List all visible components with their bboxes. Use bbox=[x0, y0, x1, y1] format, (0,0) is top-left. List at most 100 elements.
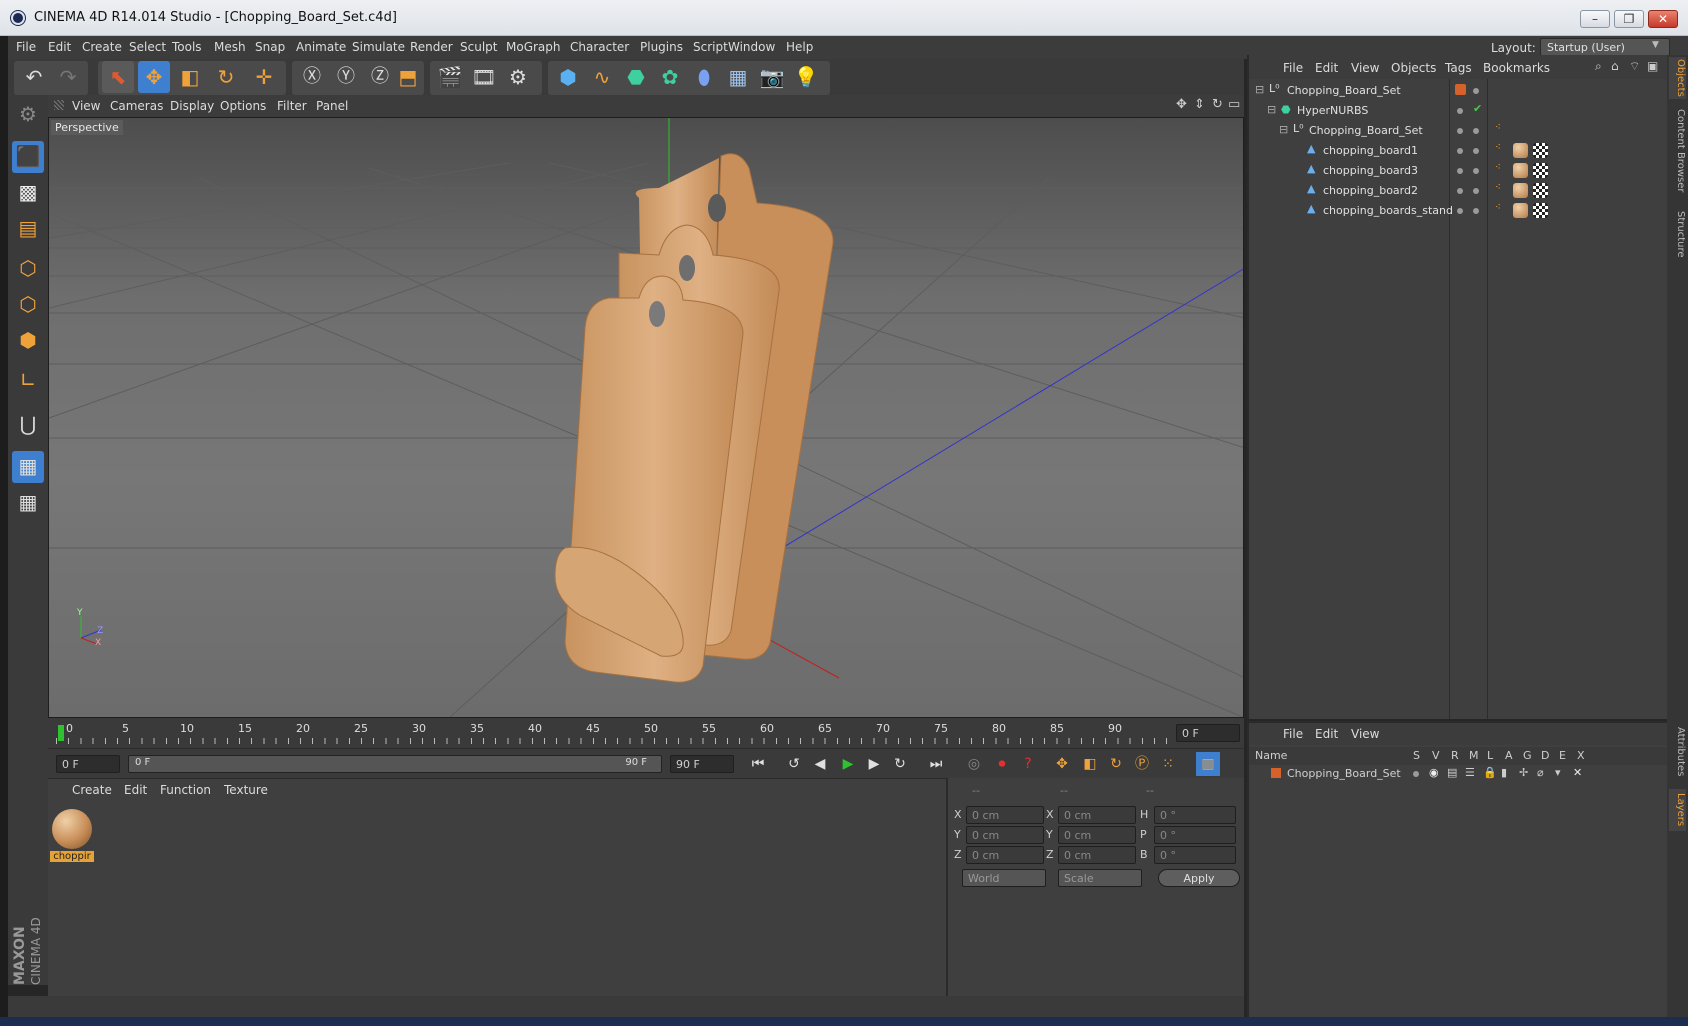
light-icon[interactable]: 💡 bbox=[790, 61, 822, 93]
deformer-toggle-icon[interactable]: ⌀ bbox=[1537, 766, 1544, 779]
layer-color-swatch[interactable] bbox=[1271, 768, 1281, 778]
key-rotation-icon[interactable]: ↻ bbox=[1104, 752, 1128, 776]
vp-menu-view[interactable]: View bbox=[72, 99, 100, 113]
manager-toggle-icon[interactable]: ☰ bbox=[1465, 766, 1475, 779]
collapse-icon[interactable]: ⌔ bbox=[1629, 59, 1640, 74]
axis-mode-icon[interactable]: ∟ bbox=[12, 365, 44, 397]
object-row[interactable]: ⊟ L⁰ Chopping_Board_Set bbox=[1251, 81, 1664, 101]
mograph-icon[interactable]: ✿ bbox=[654, 61, 686, 93]
menu-tools[interactable]: Tools bbox=[172, 40, 202, 54]
tab-attributes[interactable]: Attributes bbox=[1669, 721, 1686, 783]
render-view-icon[interactable]: 🎬 bbox=[434, 61, 466, 93]
visibility-dot[interactable] bbox=[1457, 148, 1463, 154]
render-dot[interactable] bbox=[1473, 148, 1479, 154]
obj-menu-file[interactable]: File bbox=[1283, 61, 1303, 75]
menu-select[interactable]: Select bbox=[129, 40, 166, 54]
uvw-tag-icon[interactable] bbox=[1533, 143, 1548, 158]
layer-menu-edit[interactable]: Edit bbox=[1315, 727, 1338, 741]
go-to-start-icon[interactable]: ⏮ bbox=[746, 752, 770, 776]
menu-edit[interactable]: Edit bbox=[48, 40, 71, 54]
render-dot[interactable] bbox=[1473, 168, 1479, 174]
key-position-icon[interactable]: ✥ bbox=[1050, 752, 1074, 776]
object-row[interactable]: ⊟ L⁰ Chopping_Board_Set ⁖ bbox=[1251, 121, 1664, 141]
material-tag-icon[interactable] bbox=[1513, 143, 1528, 158]
maximize-button[interactable]: ❐ bbox=[1614, 10, 1644, 28]
object-row[interactable]: ▲ chopping_board1 ⁖ bbox=[1251, 141, 1664, 161]
pos-x-field[interactable]: 0 cm bbox=[966, 806, 1044, 824]
y-axis-icon[interactable]: Ⓨ bbox=[330, 61, 362, 93]
add-icon[interactable]: ✛ bbox=[248, 61, 280, 93]
start-frame-field[interactable]: 0 F bbox=[56, 755, 120, 773]
material-tag-icon[interactable] bbox=[1513, 183, 1528, 198]
phong-tag-icon[interactable]: ⁖ bbox=[1495, 122, 1501, 133]
object-row[interactable]: ▲ chopping_board2 ⁖ bbox=[1251, 181, 1664, 201]
mat-menu-texture[interactable]: Texture bbox=[224, 783, 268, 797]
move-view-icon[interactable]: ✥ bbox=[1176, 97, 1187, 112]
menu-simulate[interactable]: Simulate bbox=[352, 40, 405, 54]
new-window-icon[interactable]: ▣ bbox=[1647, 59, 1658, 73]
record-keys-icon[interactable]: ◎ bbox=[962, 752, 986, 776]
menu-render[interactable]: Render bbox=[410, 40, 453, 54]
playhead[interactable] bbox=[58, 725, 64, 741]
points-mode-icon[interactable]: ⬡ bbox=[12, 253, 44, 285]
minimize-button[interactable]: – bbox=[1580, 10, 1610, 28]
key-pla-icon[interactable]: ⁙ bbox=[1156, 752, 1180, 776]
rot-b-field[interactable]: 0 ° bbox=[1154, 846, 1236, 864]
tab-layers[interactable]: Layers bbox=[1669, 789, 1686, 831]
x-axis-icon[interactable]: Ⓧ bbox=[296, 61, 328, 93]
key-scale-icon[interactable]: ◧ bbox=[1078, 752, 1102, 776]
expression-toggle-icon[interactable]: ▾ bbox=[1555, 766, 1561, 779]
obj-menu-tags[interactable]: Tags bbox=[1445, 61, 1472, 75]
menu-character[interactable]: Character bbox=[570, 40, 629, 54]
keyframe-selection-icon[interactable]: ? bbox=[1016, 752, 1040, 776]
animation-toggle-icon[interactable]: ▮ bbox=[1501, 766, 1507, 779]
autokey-icon[interactable]: ⏺ bbox=[990, 752, 1014, 776]
layer-color-tag[interactable] bbox=[1455, 84, 1466, 95]
menu-plugins[interactable]: Plugins bbox=[640, 40, 683, 54]
visibility-dot[interactable] bbox=[1457, 128, 1463, 134]
menu-snap[interactable]: Snap bbox=[255, 40, 285, 54]
zoom-view-icon[interactable]: ⇕ bbox=[1194, 97, 1205, 112]
close-button[interactable]: ✕ bbox=[1648, 10, 1678, 28]
xref-toggle-icon[interactable]: ✕ bbox=[1573, 766, 1582, 779]
layout-select[interactable]: Startup (User) bbox=[1540, 38, 1670, 56]
layer-menu-view[interactable]: View bbox=[1351, 727, 1379, 741]
move-icon[interactable]: ✥ bbox=[138, 61, 170, 93]
render-dot[interactable] bbox=[1473, 128, 1479, 134]
menu-create[interactable]: Create bbox=[82, 40, 122, 54]
workplane-lock-icon[interactable]: ▦ bbox=[12, 451, 44, 483]
menu-help[interactable]: Help bbox=[786, 40, 813, 54]
object-row[interactable]: ⊟ ⬣ HyperNURBS ✔ bbox=[1251, 101, 1664, 121]
expand-icon[interactable]: ⊟ bbox=[1267, 103, 1276, 116]
spline-icon[interactable]: ∿ bbox=[586, 61, 618, 93]
vp-menu-panel[interactable]: Panel bbox=[316, 99, 348, 113]
pos-y-field[interactable]: 0 cm bbox=[966, 826, 1044, 844]
menu-mograph[interactable]: MoGraph bbox=[506, 40, 561, 54]
rotate-icon[interactable]: ↻ bbox=[210, 61, 242, 93]
visibility-dot[interactable] bbox=[1457, 168, 1463, 174]
material-tag-icon[interactable] bbox=[1513, 203, 1528, 218]
coordinate-system-icon[interactable]: ⬒ bbox=[392, 61, 424, 93]
cube-icon[interactable]: ⬢ bbox=[552, 61, 584, 93]
workplane-icon[interactable]: ▤ bbox=[12, 213, 44, 245]
render-toggle-icon[interactable]: ▤ bbox=[1447, 766, 1457, 779]
home-icon[interactable]: ⌂ bbox=[1611, 59, 1619, 73]
visibility-dot[interactable] bbox=[1457, 208, 1463, 214]
obj-menu-edit[interactable]: Edit bbox=[1315, 61, 1338, 75]
tab-objects[interactable]: Objects bbox=[1669, 57, 1686, 99]
obj-menu-bookmarks[interactable]: Bookmarks bbox=[1483, 61, 1550, 75]
key-parameter-icon[interactable]: Ⓟ bbox=[1130, 752, 1154, 776]
camera-icon[interactable]: 📷 bbox=[756, 61, 788, 93]
render-dot[interactable] bbox=[1473, 188, 1479, 194]
object-row[interactable]: ▲ chopping_boards_stand ⁖ bbox=[1251, 201, 1664, 221]
deformer-icon[interactable]: ⬮ bbox=[688, 61, 720, 93]
play-icon[interactable]: ▶ bbox=[836, 752, 860, 776]
size-z-field[interactable]: 0 cm bbox=[1058, 846, 1136, 864]
apply-button[interactable]: Apply bbox=[1158, 869, 1240, 887]
mat-menu-edit[interactable]: Edit bbox=[124, 783, 147, 797]
render-picture-viewer-icon[interactable]: 🎞 bbox=[468, 61, 500, 93]
visibility-dot[interactable] bbox=[1457, 188, 1463, 194]
size-y-field[interactable]: 0 cm bbox=[1058, 826, 1136, 844]
pos-z-field[interactable]: 0 cm bbox=[966, 846, 1044, 864]
vp-menu-display[interactable]: Display bbox=[170, 99, 214, 113]
